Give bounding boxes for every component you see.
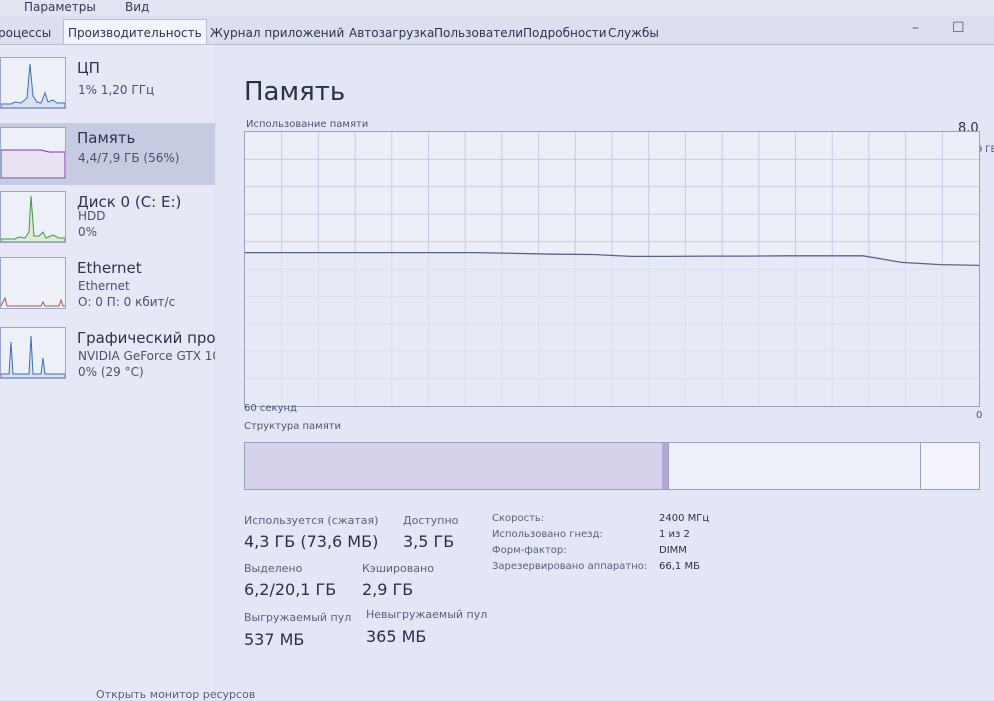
memory-usage-svg: [245, 132, 979, 406]
disk-mini-graph: [1, 195, 65, 242]
menu-bar: Параметры Вид: [0, 0, 994, 16]
speed-value: 2400 МГц: [659, 513, 710, 524]
ethernet-thumbnail: [0, 257, 66, 309]
reserved-value: 66,1 МБ: [659, 561, 700, 572]
form-factor-label: Форм-фактор:: [492, 545, 567, 556]
structure-standby[interactable]: [668, 443, 920, 489]
sidebar-item-title: Ethernet: [77, 259, 142, 277]
slots-value: 1 из 2: [659, 529, 690, 540]
zero-label: 0: [976, 410, 983, 421]
disk-thumbnail: [0, 191, 66, 243]
menu-view[interactable]: Вид: [125, 0, 149, 14]
memory-usage-area: [245, 252, 979, 406]
sidebar-item-sub: 1% 1,20 ГГц: [78, 83, 155, 97]
sidebar-item-gpu[interactable]: Графический про NVIDIA GeForce GTX 105 0…: [0, 323, 216, 389]
sidebar-item-memory[interactable]: Память 4,4/7,9 ГБ (56%): [0, 123, 215, 185]
memory-usage-graph: [244, 131, 980, 407]
page-title: Память: [244, 77, 346, 107]
tab-services[interactable]: Службы: [604, 22, 663, 44]
sidebar-item-sub: 0%: [78, 225, 98, 239]
used-value: 4,3 ГБ (73,6 МБ): [244, 532, 379, 551]
memory-structure-bar: [244, 442, 980, 490]
nonpaged-pool-value: 365 МБ: [366, 627, 427, 646]
sidebar-item-sub: HDD: [78, 209, 106, 223]
tab-details[interactable]: Подробности: [519, 22, 611, 44]
tab-processes[interactable]: роцессы: [0, 22, 55, 44]
nonpaged-pool-label: Невыгружаемый пул: [366, 608, 488, 621]
slots-label: Использовано гнезд:: [492, 529, 603, 540]
used-label: Используется (сжатая): [244, 514, 379, 527]
structure-free[interactable]: [920, 443, 979, 489]
sidebar-item-sub: NVIDIA GeForce GTX 105: [78, 349, 215, 363]
reserved-label: Зарезервировано аппаратно:: [492, 561, 648, 572]
sidebar-item-title: ЦП: [77, 59, 100, 77]
ethernet-mini-graph: [1, 296, 65, 307]
tab-startup[interactable]: Автозагрузка: [345, 22, 438, 44]
sidebar: ЦП 1% 1,20 ГГц Память 4,4/7,9 ГБ (56%) Д…: [0, 45, 216, 700]
sidebar-item-sub: 0% (29 °C): [78, 365, 144, 379]
tab-users[interactable]: Пользователи: [430, 22, 527, 44]
sidebar-item-title: Память: [77, 129, 136, 147]
gpu-mini-graph: [1, 335, 65, 378]
sidebar-item-sub: Ethernet: [78, 279, 130, 293]
committed-value: 6,2/20,1 ГБ: [244, 580, 337, 599]
memory-panel: Память Использование памяти 8,0 ГБ 7,9 Г…: [216, 45, 994, 700]
available-label: Доступно: [403, 514, 459, 527]
menu-params[interactable]: Параметры: [24, 0, 96, 14]
sidebar-item-disk[interactable]: Диск 0 (C: E:) HDD 0%: [0, 187, 215, 253]
cpu-mini-graph: [1, 63, 65, 108]
gpu-thumbnail: [0, 327, 66, 379]
usage-label: Использование памяти: [246, 119, 369, 130]
sidebar-item-cpu[interactable]: ЦП 1% 1,20 ГГц: [0, 53, 215, 119]
committed-label: Выделено: [244, 562, 303, 575]
sidebar-item-ethernet[interactable]: Ethernet Ethernet О: 0 П: 0 кбит/с: [0, 253, 215, 319]
available-value: 3,5 ГБ: [403, 532, 455, 551]
cached-value: 2,9 ГБ: [362, 580, 414, 599]
structure-in-use[interactable]: [245, 443, 662, 489]
paged-pool-label: Выгружаемый пул: [244, 611, 352, 624]
cpu-thumbnail: [0, 57, 66, 109]
tab-app-history[interactable]: Журнал приложений: [206, 22, 348, 44]
speed-label: Скорость:: [492, 513, 545, 524]
memory-mini-graph: [1, 149, 65, 178]
sidebar-item-sub: 4,4/7,9 ГБ (56%): [78, 151, 180, 165]
time-span-label: 60 секунд: [244, 403, 297, 414]
sidebar-item-sub: О: 0 П: 0 кбит/с: [78, 295, 176, 309]
resource-monitor-link[interactable]: Открыть монитор ресурсов: [96, 688, 255, 701]
paged-pool-value: 537 МБ: [244, 630, 305, 649]
tab-strip: роцессы Производительность Журнал прилож…: [0, 18, 994, 46]
tab-performance[interactable]: Производительность: [63, 19, 207, 46]
cached-label: Кэшировано: [362, 562, 434, 575]
form-factor-value: DIMM: [659, 545, 687, 556]
memory-thumbnail: [0, 127, 66, 179]
sidebar-item-title: Графический про: [77, 329, 216, 347]
structure-label: Структура памяти: [244, 421, 342, 432]
